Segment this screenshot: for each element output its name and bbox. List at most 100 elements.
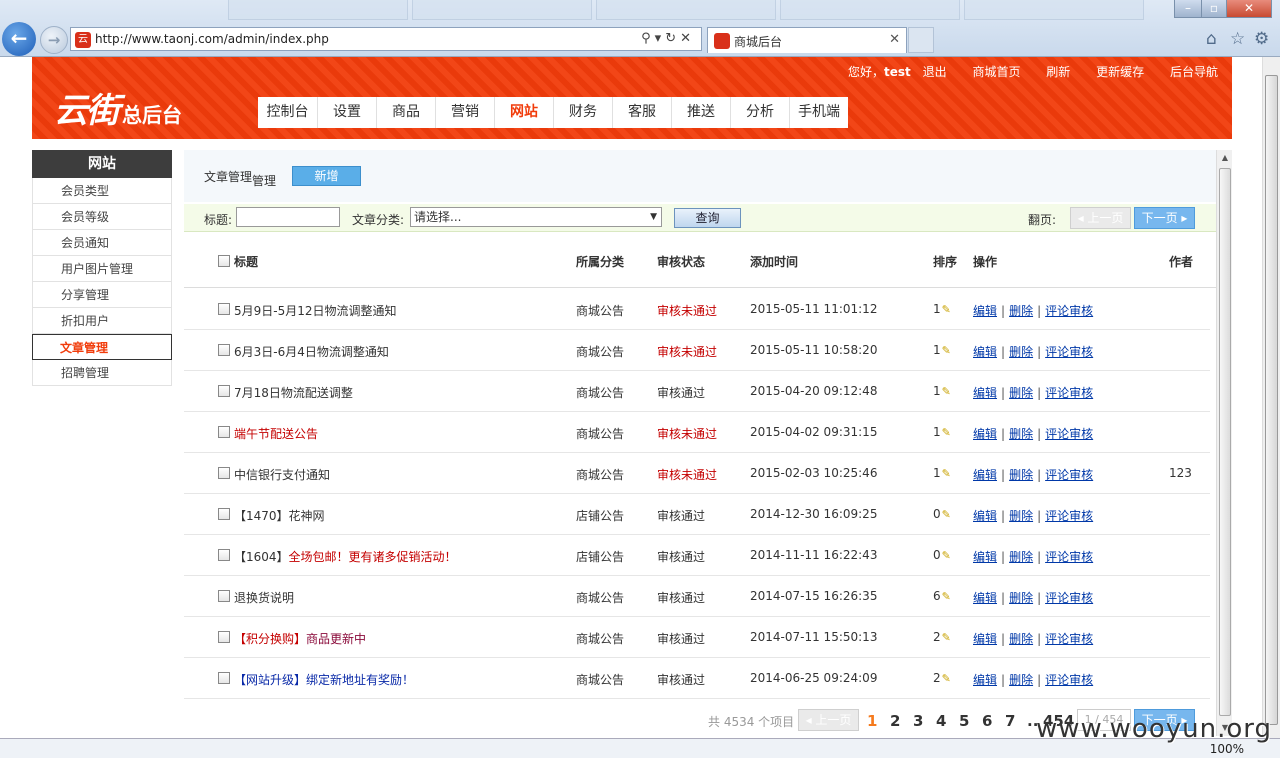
sidebar-item-articles[interactable]: 文章管理	[32, 334, 172, 360]
content-scrollbar[interactable]: ▲ ▼	[1216, 150, 1232, 736]
row-checkbox[interactable]	[218, 672, 230, 684]
nav-analytics[interactable]: 分析	[730, 97, 789, 128]
sidebar-item-member-type[interactable]: 会员类型	[32, 178, 172, 204]
zoom-level[interactable]: 100%	[1210, 742, 1244, 756]
review-comments-link[interactable]: 评论审核	[1045, 632, 1093, 646]
background-tab[interactable]	[596, 0, 776, 20]
refresh-icon[interactable]: ↻	[665, 31, 680, 46]
pencil-icon[interactable]: ✎	[942, 344, 951, 357]
row-checkbox[interactable]	[218, 549, 230, 561]
pencil-icon[interactable]: ✎	[942, 385, 951, 398]
home-icon[interactable]: ⌂	[1206, 29, 1217, 49]
page-link[interactable]: 6	[982, 712, 992, 730]
row-title[interactable]: 【积分换购】商品更新中	[234, 630, 366, 647]
row-checkbox[interactable]	[218, 590, 230, 602]
pencil-icon[interactable]: ✎	[942, 508, 951, 521]
top-next-page-button[interactable]: 下一页 ▸	[1134, 207, 1195, 229]
close-tab-icon[interactable]: ✕	[889, 32, 900, 47]
sidebar-item-user-images[interactable]: 用户图片管理	[32, 256, 172, 282]
close-window-button[interactable]: ✕	[1226, 0, 1272, 18]
row-title[interactable]: 端午节配送公告	[234, 425, 318, 442]
edit-link[interactable]: 编辑	[973, 591, 997, 605]
review-comments-link[interactable]: 评论审核	[1045, 673, 1093, 687]
page-link[interactable]: 7	[1005, 712, 1015, 730]
delete-link[interactable]: 删除	[1009, 509, 1033, 523]
dropdown-icon[interactable]: ▾	[655, 31, 666, 46]
pencil-icon[interactable]: ✎	[942, 467, 951, 480]
refresh-link[interactable]: 刷新	[1046, 65, 1070, 79]
delete-link[interactable]: 删除	[1009, 304, 1033, 318]
active-tab[interactable]: 商城后台 ✕	[707, 27, 907, 53]
nav-mobile[interactable]: 手机端	[789, 97, 848, 128]
delete-link[interactable]: 删除	[1009, 427, 1033, 441]
forward-button[interactable]: →	[40, 26, 68, 54]
delete-link[interactable]: 删除	[1009, 673, 1033, 687]
delete-link[interactable]: 删除	[1009, 550, 1033, 564]
review-comments-link[interactable]: 评论审核	[1045, 386, 1093, 400]
stop-icon[interactable]: ✕	[680, 31, 695, 46]
nav-finance[interactable]: 财务	[553, 97, 612, 128]
browser-scroll-thumb[interactable]	[1265, 75, 1278, 725]
minimize-button[interactable]: –	[1174, 0, 1202, 18]
nav-marketing[interactable]: 营销	[435, 97, 494, 128]
edit-link[interactable]: 编辑	[973, 509, 997, 523]
sidebar-item-discount-users[interactable]: 折扣用户	[32, 308, 172, 334]
review-comments-link[interactable]: 评论审核	[1045, 427, 1093, 441]
search-icon[interactable]: ⚲	[641, 31, 655, 46]
address-bar[interactable]: 云 http://www.taonj.com/admin/index.php ⚲…	[70, 27, 702, 51]
background-tab[interactable]	[412, 0, 592, 20]
row-title[interactable]: 7月18日物流配送调整	[234, 384, 353, 401]
top-prev-page-button[interactable]: ◂ 上一页	[1070, 207, 1131, 229]
page-link[interactable]: 5	[959, 712, 969, 730]
row-title[interactable]: 【1470】花神网	[234, 507, 325, 524]
row-checkbox[interactable]	[218, 344, 230, 356]
review-comments-link[interactable]: 评论审核	[1045, 345, 1093, 359]
update-cache-link[interactable]: 更新缓存	[1096, 65, 1144, 79]
review-comments-link[interactable]: 评论审核	[1045, 304, 1093, 318]
edit-link[interactable]: 编辑	[973, 673, 997, 687]
background-tab[interactable]	[780, 0, 960, 20]
mall-home-link[interactable]: 商城首页	[972, 65, 1020, 79]
page-link[interactable]: 1	[867, 712, 877, 730]
page-link[interactable]: 3	[913, 712, 923, 730]
new-tab-button[interactable]	[908, 27, 934, 53]
row-title[interactable]: 退换货说明	[234, 589, 294, 606]
title-search-input[interactable]	[236, 207, 340, 227]
address-actions[interactable]: ⚲▾↻✕	[641, 31, 695, 46]
edit-link[interactable]: 编辑	[973, 427, 997, 441]
sidebar-item-recruitment[interactable]: 招聘管理	[32, 360, 172, 386]
favorites-star-icon[interactable]: ☆	[1230, 29, 1245, 49]
row-title[interactable]: 【1604】全场包邮！更有诸多促销活动！	[234, 548, 457, 565]
sidebar-item-member-notice[interactable]: 会员通知	[32, 230, 172, 256]
pencil-icon[interactable]: ✎	[942, 672, 951, 685]
query-button[interactable]: 查询	[674, 208, 741, 228]
page-link[interactable]: 2	[890, 712, 900, 730]
edit-link[interactable]: 编辑	[973, 550, 997, 564]
edit-link[interactable]: 编辑	[973, 345, 997, 359]
admin-nav-link[interactable]: 后台导航	[1170, 65, 1218, 79]
maximize-button[interactable]: ▫	[1201, 0, 1227, 18]
browser-scrollbar[interactable]	[1262, 57, 1280, 740]
logo[interactable]: 云街 总后台	[54, 83, 182, 132]
pencil-icon[interactable]: ✎	[942, 426, 951, 439]
pencil-icon[interactable]: ✎	[942, 631, 951, 644]
review-comments-link[interactable]: 评论审核	[1045, 509, 1093, 523]
scroll-thumb[interactable]	[1219, 168, 1231, 716]
row-checkbox[interactable]	[218, 631, 230, 643]
review-comments-link[interactable]: 评论审核	[1045, 468, 1093, 482]
delete-link[interactable]: 删除	[1009, 386, 1033, 400]
settings-gear-icon[interactable]: ⚙	[1254, 29, 1269, 49]
row-title[interactable]: 【网站升级】绑定新地址有奖励！	[234, 671, 414, 688]
category-select[interactable]: 请选择... ▼	[410, 207, 662, 227]
review-comments-link[interactable]: 评论审核	[1045, 550, 1093, 564]
nav-service[interactable]: 客服	[612, 97, 671, 128]
select-all-checkbox[interactable]	[218, 255, 230, 267]
row-title[interactable]: 5月9日-5月12日物流调整通知	[234, 302, 397, 319]
background-tab[interactable]	[964, 0, 1144, 20]
nav-push[interactable]: 推送	[671, 97, 730, 128]
logout-link[interactable]: 退出	[923, 65, 947, 79]
row-title[interactable]: 6月3日-6月4日物流调整通知	[234, 343, 389, 360]
row-checkbox[interactable]	[218, 467, 230, 479]
edit-link[interactable]: 编辑	[973, 386, 997, 400]
scroll-up-icon[interactable]: ▲	[1217, 150, 1233, 166]
